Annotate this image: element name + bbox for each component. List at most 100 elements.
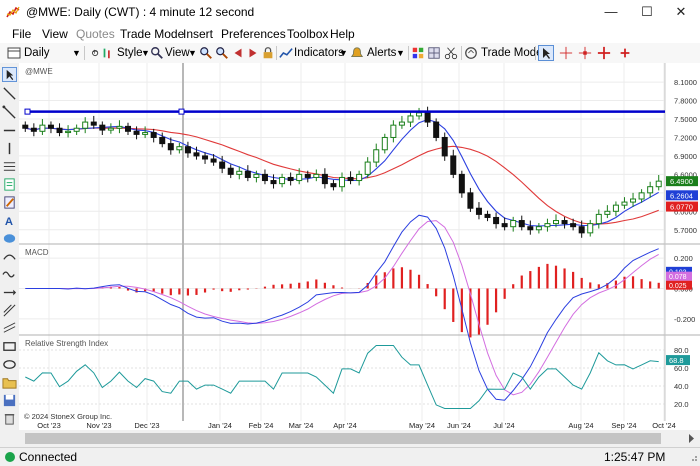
- candle-body: [107, 127, 114, 131]
- time-axis-label: Jun '24: [447, 421, 471, 430]
- candle-body: [125, 125, 131, 132]
- macd-tick-label: 0.200: [674, 254, 693, 263]
- line-tool-icon[interactable]: [2, 86, 17, 101]
- note-icon[interactable]: [2, 177, 17, 192]
- maximize-button[interactable]: ☐: [632, 0, 662, 24]
- bar-style-icon[interactable]: [101, 45, 115, 61]
- trend-line-handle[interactable]: [178, 108, 185, 115]
- oval-icon[interactable]: [2, 357, 17, 372]
- zoom-in-magnifier-icon[interactable]: [199, 45, 213, 61]
- candle-body: [253, 173, 260, 178]
- alerts-chevron-icon[interactable]: ▼: [396, 45, 405, 61]
- candle-body: [381, 136, 388, 151]
- interval-dropdown[interactable]: Daily: [24, 45, 50, 61]
- ellipse-icon[interactable]: [2, 231, 17, 246]
- time-axis-label: Aug '24: [568, 421, 593, 430]
- candle-body: [544, 223, 551, 228]
- crosshair-bold-icon[interactable]: [597, 45, 611, 61]
- channel-icon[interactable]: [2, 321, 17, 336]
- horizontal-line-icon[interactable]: [2, 123, 17, 138]
- menu-view[interactable]: View: [42, 27, 68, 41]
- crosshair-data-icon[interactable]: [578, 45, 592, 61]
- candle-body: [450, 155, 457, 175]
- pencil-icon[interactable]: [2, 195, 17, 210]
- color-palette-icon[interactable]: [411, 45, 425, 61]
- candle-body: [133, 130, 140, 135]
- candle-body: [116, 125, 123, 129]
- price-tick-label: 7.2000: [674, 133, 697, 142]
- minimize-button[interactable]: —: [596, 0, 626, 24]
- time-axis-label: Oct '24: [652, 421, 676, 430]
- candle-body: [475, 207, 482, 215]
- chart-canvas[interactable]: @MWE 8.10007.80007.50007.20006.90006.600…: [19, 63, 700, 447]
- wave-icon[interactable]: [2, 267, 17, 282]
- zoom-out-magnifier-icon[interactable]: [215, 45, 229, 61]
- time-axis-label: May '24: [409, 421, 435, 430]
- ray-tool-icon[interactable]: [2, 105, 17, 120]
- scroll-right-icon[interactable]: [246, 45, 260, 61]
- crosshair-icon[interactable]: [559, 45, 573, 61]
- menu-trade-mode[interactable]: Trade Mode: [120, 27, 184, 41]
- fibonacci-icon[interactable]: [2, 159, 17, 174]
- candle-body: [510, 220, 517, 228]
- candle-body: [313, 173, 320, 178]
- crosshair-cross-icon[interactable]: [618, 45, 632, 61]
- menu-help[interactable]: Help: [330, 27, 355, 41]
- price-tag-value: 6.2604: [670, 191, 693, 200]
- indicators-menu[interactable]: Indicators: [294, 45, 344, 61]
- grid-icon[interactable]: [427, 45, 441, 61]
- price-tick-label: 7.8000: [674, 97, 697, 106]
- close-button[interactable]: ✕: [666, 0, 696, 24]
- price-tick-label: 5.7000: [674, 226, 697, 235]
- candle-body: [493, 216, 500, 225]
- pointer-icon[interactable]: [2, 67, 17, 82]
- indicators-icon: [279, 48, 293, 58]
- connection-status: Connected: [19, 450, 78, 464]
- price-pane-label: @MWE: [25, 67, 53, 76]
- delete-icon[interactable]: [2, 411, 17, 426]
- scroll-left-icon[interactable]: [231, 45, 245, 61]
- rectangle-icon[interactable]: [2, 339, 17, 354]
- interval-chevron-icon[interactable]: ▼: [72, 45, 81, 61]
- interval-icon: [7, 47, 21, 59]
- text-tool-icon[interactable]: A: [2, 213, 17, 228]
- resize-grip-icon[interactable]: [688, 452, 698, 462]
- alerts-menu[interactable]: Alerts: [367, 45, 396, 61]
- menu-toolbox[interactable]: Toolbox: [287, 27, 328, 41]
- price-tick-label: 7.5000: [674, 115, 697, 124]
- candle-body: [39, 124, 46, 132]
- vertical-line-icon[interactable]: [2, 141, 17, 156]
- save-icon[interactable]: [2, 393, 17, 408]
- candle-body: [621, 201, 628, 206]
- view-chevron-icon[interactable]: ▼: [188, 45, 197, 61]
- candle-body: [527, 226, 534, 231]
- window-title: @MWE: Daily (CWT) : 4 minute 12 second: [26, 5, 255, 19]
- arc-icon[interactable]: [2, 249, 17, 264]
- style-chevron-icon[interactable]: ▼: [141, 45, 150, 61]
- trend-line-handle[interactable]: [24, 108, 31, 115]
- view-menu[interactable]: View: [165, 45, 190, 61]
- pointer-select-icon[interactable]: [538, 45, 554, 61]
- folder-icon[interactable]: [2, 375, 17, 390]
- menu-insert[interactable]: Insert: [183, 27, 213, 41]
- trade-mode-button[interactable]: Trade Mode: [481, 45, 543, 61]
- chart-area[interactable]: @MWE 8.1000 7.8000 7.5000 7.2000 6.9000 6.600…: [19, 63, 700, 447]
- candle-body: [184, 146, 191, 154]
- pitchfork-icon[interactable]: [2, 303, 17, 318]
- scrollbar-thumb[interactable]: [25, 433, 661, 444]
- lock-icon[interactable]: [261, 45, 275, 61]
- menu-file[interactable]: File: [12, 27, 31, 41]
- status-time: 1:25:47 PM: [604, 450, 666, 464]
- candle-body: [90, 121, 97, 126]
- indicators-chevron-icon[interactable]: ▼: [339, 45, 348, 61]
- style-menu[interactable]: Style: [117, 45, 143, 61]
- macd-tags: 0.1030.0780.025: [666, 266, 692, 290]
- time-axis-label: Feb '24: [249, 421, 274, 430]
- menu-preferences[interactable]: Preferences: [221, 27, 286, 41]
- chart-app-icon: [6, 5, 20, 19]
- menu-quotes[interactable]: Quotes: [76, 27, 115, 41]
- arrow-tool-icon[interactable]: [2, 285, 17, 300]
- scissors-icon[interactable]: [444, 45, 458, 61]
- time-axis-label: Nov '23: [86, 421, 111, 430]
- candle-body: [356, 173, 363, 182]
